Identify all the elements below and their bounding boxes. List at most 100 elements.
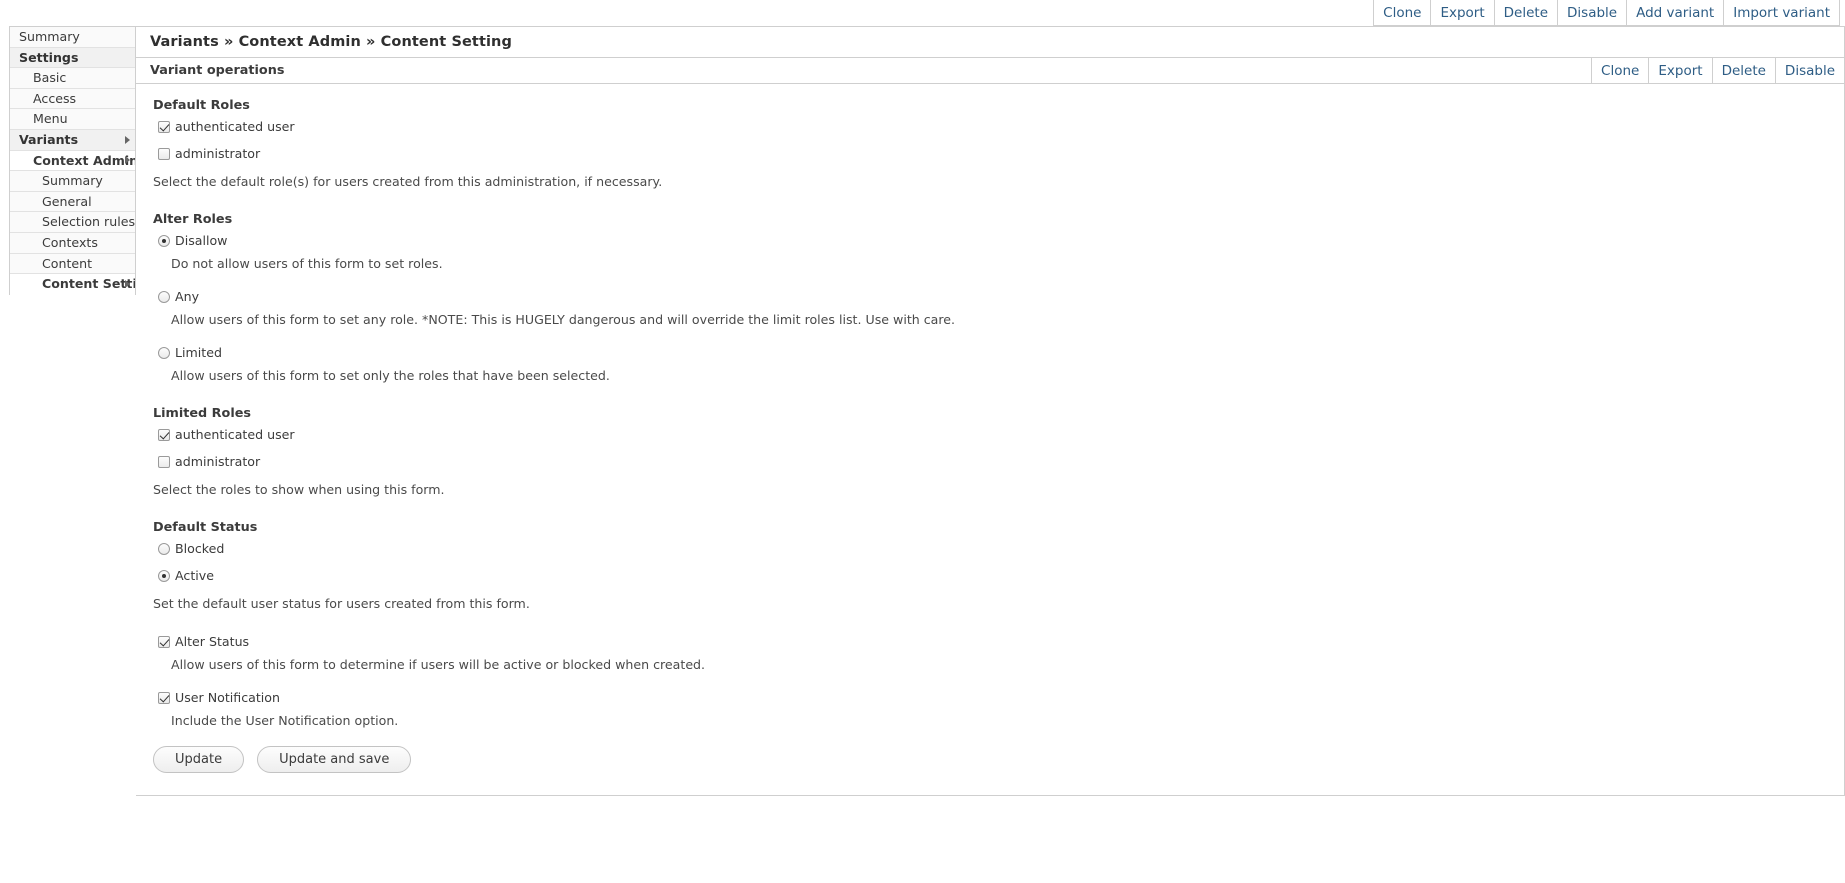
limited-roles-option-authenticated-user[interactable]: authenticated user <box>153 427 1844 446</box>
sidebar-item-label: Basic <box>33 70 67 86</box>
sidebar-item-menu[interactable]: Menu <box>10 109 135 130</box>
default-status-legend: Default Status <box>153 520 258 535</box>
top-operation-add-variant[interactable]: Add variant <box>1627 0 1725 25</box>
top-operation-disable[interactable]: Disable <box>1558 0 1628 25</box>
default-status-description: Set the default user status for users cr… <box>153 596 530 611</box>
limited-roles-description: Select the roles to show when using this… <box>153 482 445 497</box>
top-operation-delete[interactable]: Delete <box>1495 0 1559 25</box>
option-label[interactable]: Limited <box>175 345 222 361</box>
alter-roles-option-limited-block: Limited Allow users of this form to set … <box>153 345 1844 384</box>
default-status-option-blocked[interactable]: Blocked <box>153 541 1844 560</box>
sidebar-item-label: Selection rules <box>42 214 135 230</box>
radio-icon[interactable] <box>158 347 170 359</box>
option-label[interactable]: administrator <box>175 454 260 470</box>
radio-icon[interactable] <box>158 570 170 582</box>
form-actions: Update Update and save <box>153 746 1844 773</box>
sidebar-item-label: Variants <box>19 131 79 147</box>
top-operation-import-variant[interactable]: Import variant <box>1724 0 1839 25</box>
top-operations-list: Clone Export Delete Disable Add variant Impor… <box>1373 0 1840 26</box>
variant-operations-list: Clone Export Delete Disable <box>1591 58 1844 83</box>
option-description: Allow users of this form to set any role… <box>171 312 956 327</box>
sidebar-item-label: Summary <box>19 29 80 44</box>
sidebar-item-label: Access <box>33 90 77 106</box>
checkbox-icon[interactable] <box>158 456 170 468</box>
variant-operation-clone[interactable]: Clone <box>1592 58 1650 83</box>
alter-roles-group: Alter Roles Disallow Do not allow users … <box>153 212 1844 384</box>
checkbox-icon[interactable] <box>158 148 170 160</box>
sidebar-item-access[interactable]: Access <box>10 88 135 110</box>
sidebar-item-contexts[interactable]: Contexts <box>10 232 135 254</box>
option-label[interactable]: authenticated user <box>175 427 295 443</box>
option-label[interactable]: Blocked <box>175 541 224 557</box>
sidebar-item-summary[interactable]: Summary <box>10 27 135 48</box>
alter-status-label[interactable]: Alter Status <box>175 634 249 650</box>
update-and-save-button[interactable]: Update and save <box>257 746 412 773</box>
sidebar-item-label: General <box>42 193 92 209</box>
default-status-option-active[interactable]: Active <box>153 568 1844 587</box>
limited-roles-legend: Limited Roles <box>153 406 252 421</box>
limited-roles-group: Limited Roles authenticated user adminis… <box>153 406 1844 498</box>
limited-roles-option-administrator[interactable]: administrator <box>153 454 1844 473</box>
alter-roles-legend: Alter Roles <box>153 212 233 227</box>
sidebar-item-label: Content Setting <box>42 276 135 292</box>
sidebar-item-general[interactable]: General <box>10 191 135 213</box>
user-notification-label[interactable]: User Notification <box>175 690 280 706</box>
option-label[interactable]: Disallow <box>175 233 227 249</box>
sidebar-item-variants[interactable]: Variants <box>10 129 135 151</box>
sidebar-item-summary[interactable]: Summary <box>10 171 135 192</box>
sidebar-item-label: Menu <box>33 111 68 127</box>
variant-operations-bar: Variant operations Clone Export Delete Disa… <box>136 58 1844 84</box>
sidebar-item-content-setting[interactable]: Content Setting <box>10 274 135 295</box>
option-label[interactable]: Active <box>175 568 214 584</box>
variant-operations-title: Variant operations <box>150 63 285 78</box>
option-description: Allow users of this form to set only the… <box>171 368 610 383</box>
option-label[interactable]: authenticated user <box>175 119 295 135</box>
sidebar-item-label: Context Admin <box>33 152 135 168</box>
sidebar-item-basic[interactable]: Basic <box>10 68 135 89</box>
sidebar-nav: Summary Settings Basic Access Menu Variants Co… <box>9 26 136 295</box>
variant-operation-export[interactable]: Export <box>1649 58 1713 83</box>
sidebar-item-selection-rules[interactable]: Selection rules <box>10 212 135 233</box>
alter-status-description: Allow users of this form to determine if… <box>171 657 706 672</box>
alter-roles-option-disallow-block: Disallow Do not allow users of this form… <box>153 233 1844 272</box>
checkbox-icon[interactable] <box>158 636 170 648</box>
alter-status-checkbox-row[interactable]: Alter Status <box>153 634 1844 653</box>
checkbox-icon[interactable] <box>158 121 170 133</box>
variant-operation-delete[interactable]: Delete <box>1713 58 1776 83</box>
top-operation-export[interactable]: Export <box>1431 0 1495 25</box>
chevron-right-icon <box>125 156 130 165</box>
variant-operation-disable[interactable]: Disable <box>1776 58 1844 83</box>
sidebar-item-content[interactable]: Content <box>10 253 135 275</box>
default-roles-option-authenticated-user[interactable]: authenticated user <box>153 119 1844 138</box>
top-operation-clone[interactable]: Clone <box>1374 0 1432 25</box>
checkbox-icon[interactable] <box>158 692 170 704</box>
default-roles-option-administrator[interactable]: administrator <box>153 146 1844 165</box>
sidebar-item-label: Settings <box>19 49 79 65</box>
chevron-right-icon <box>125 135 130 144</box>
user-notification-checkbox-row[interactable]: User Notification <box>153 690 1844 709</box>
option-description: Do not allow users of this form to set r… <box>171 256 443 271</box>
alter-roles-option-limited[interactable]: Limited <box>153 345 1844 364</box>
page-title-row: Variants » Context Admin » Content Setti… <box>136 27 1844 58</box>
option-label[interactable]: administrator <box>175 146 260 162</box>
checkbox-icon[interactable] <box>158 429 170 441</box>
user-notification-block: User Notification Include the User Notif… <box>153 690 1844 729</box>
sidebar-item-settings[interactable]: Settings <box>10 47 135 69</box>
sidebar-item-context-admin[interactable]: Context Admin <box>10 150 135 172</box>
radio-icon[interactable] <box>158 543 170 555</box>
update-button[interactable]: Update <box>153 746 245 773</box>
page-title: Variants » Context Admin » Content Setti… <box>150 34 512 50</box>
content-setting-form: Default Roles authenticated user adminis… <box>136 84 1844 795</box>
option-label[interactable]: Any <box>175 289 199 305</box>
alter-status-block: Alter Status Allow users of this form to… <box>153 634 1844 673</box>
sidebar-item-label: Contexts <box>42 234 98 250</box>
default-status-group: Default Status Blocked Active Set the de… <box>153 520 1844 612</box>
sidebar-item-label: Summary <box>42 173 103 189</box>
alter-roles-option-disallow[interactable]: Disallow <box>153 233 1844 252</box>
alter-roles-option-any-block: Any Allow users of this form to set any … <box>153 289 1844 328</box>
user-notification-description: Include the User Notification option. <box>171 713 399 728</box>
radio-icon[interactable] <box>158 291 170 303</box>
radio-icon[interactable] <box>158 235 170 247</box>
alter-roles-option-any[interactable]: Any <box>153 289 1844 308</box>
content-panel: Variants » Context Admin » Content Setti… <box>136 26 1845 796</box>
